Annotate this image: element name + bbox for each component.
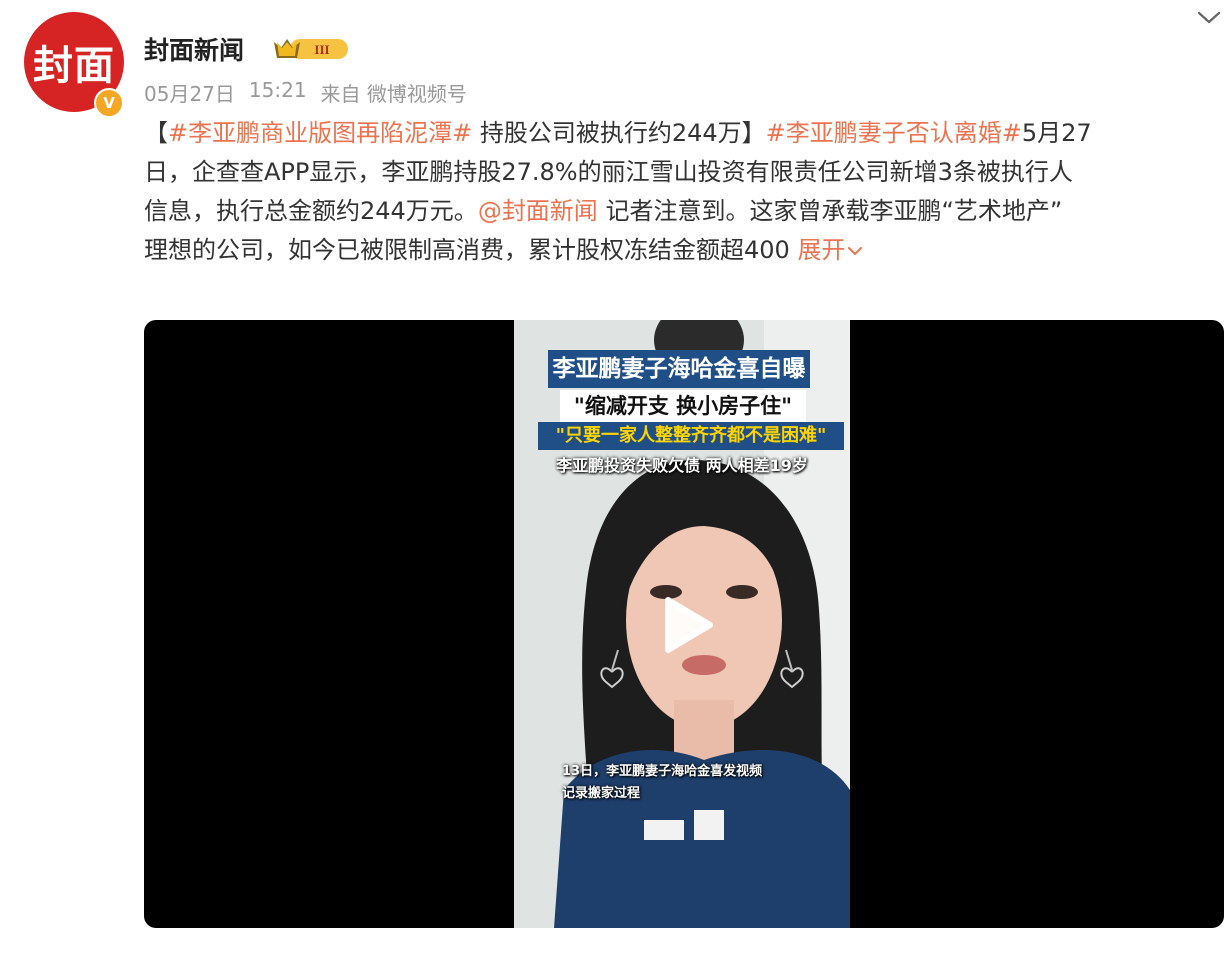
hashtag-link[interactable]: #李亚鹏妻子否认离婚# bbox=[766, 119, 1022, 147]
account-name[interactable]: 封面新闻 bbox=[144, 31, 244, 67]
video-caption: "缩减开支 换小房子住" bbox=[560, 390, 806, 422]
post-time[interactable]: 15:21 bbox=[249, 78, 307, 107]
post-text: 持股公司被执行约244万】 bbox=[472, 119, 766, 147]
post-line-1: 【#李亚鹏商业版图再陷泥潭# 持股公司被执行约244万】#李亚鹏妻子否认离婚#5… bbox=[144, 114, 1224, 153]
post-line-3: 信息，执行总金额约244万元。@封面新闻 记者注意到。这家曾承载李亚鹏“艺术地产… bbox=[144, 192, 1224, 231]
post-text: 【 bbox=[144, 119, 168, 147]
verified-icon: V bbox=[94, 88, 124, 118]
post-text: 信息，执行总金额约244万元。 bbox=[144, 197, 478, 225]
mention-link[interactable]: @封面新闻 bbox=[478, 197, 598, 225]
chevron-down-icon bbox=[848, 247, 863, 255]
post-source: 来自 微博视频号 bbox=[320, 82, 467, 106]
play-icon[interactable] bbox=[650, 590, 720, 660]
post-meta: 05月27日 15:21 来自 微博视频号 bbox=[144, 78, 467, 107]
post-content: 【#李亚鹏商业版图再陷泥潭# 持股公司被执行约244万】#李亚鹏妻子否认离婚#5… bbox=[144, 114, 1224, 270]
video-caption: "只要一家人整整齐齐都不是困难" bbox=[538, 422, 844, 450]
video-caption: 李亚鹏妻子海哈金喜自曝 bbox=[548, 350, 810, 388]
post-text: 5月27 bbox=[1021, 119, 1092, 147]
video-subtitle: 13日，李亚鹏妻子海哈金喜发视频 bbox=[562, 764, 763, 779]
crown-icon[interactable]: III bbox=[270, 33, 350, 63]
video-frame: 李亚鹏妻子海哈金喜自曝 "缩减开支 换小房子住" "只要一家人整整齐齐都不是困难… bbox=[514, 320, 850, 928]
post-line-4: 理想的公司，如今已被限制高消费，累计股权冻结金额超400 展开 bbox=[144, 231, 1224, 270]
video-player[interactable]: 李亚鹏妻子海哈金喜自曝 "缩减开支 换小房子住" "只要一家人整整齐齐都不是困难… bbox=[144, 320, 1224, 928]
expand-label: 展开 bbox=[797, 236, 846, 264]
chevron-down-icon[interactable] bbox=[1196, 10, 1222, 26]
post-date[interactable]: 05月27日 bbox=[144, 78, 235, 107]
post-text: 理想的公司，如今已被限制高消费，累计股权冻结金额超400 bbox=[144, 236, 798, 264]
post-text: 记者注意到。这家曾承载李亚鹏“艺术地产” bbox=[597, 197, 1063, 225]
post-text: 日，企查查APP显示，李亚鹏持股27.8%的丽江雪山投资有限责任公司新增3条被执… bbox=[144, 158, 1073, 186]
post-line-2: 日，企查查APP显示，李亚鹏持股27.8%的丽江雪山投资有限责任公司新增3条被执… bbox=[144, 153, 1224, 192]
video-subtitle: 记录搬家过程 bbox=[562, 786, 641, 801]
hashtag-link[interactable]: #李亚鹏商业版图再陷泥潭# bbox=[168, 119, 472, 147]
video-caption: 李亚鹏投资失败欠债 两人相差19岁 bbox=[556, 456, 808, 475]
expand-button[interactable]: 展开 bbox=[797, 236, 863, 264]
avatar-logo-text: 封面 bbox=[33, 43, 115, 89]
verified-mark: V bbox=[103, 94, 115, 112]
level-badge-text: III bbox=[314, 42, 329, 57]
